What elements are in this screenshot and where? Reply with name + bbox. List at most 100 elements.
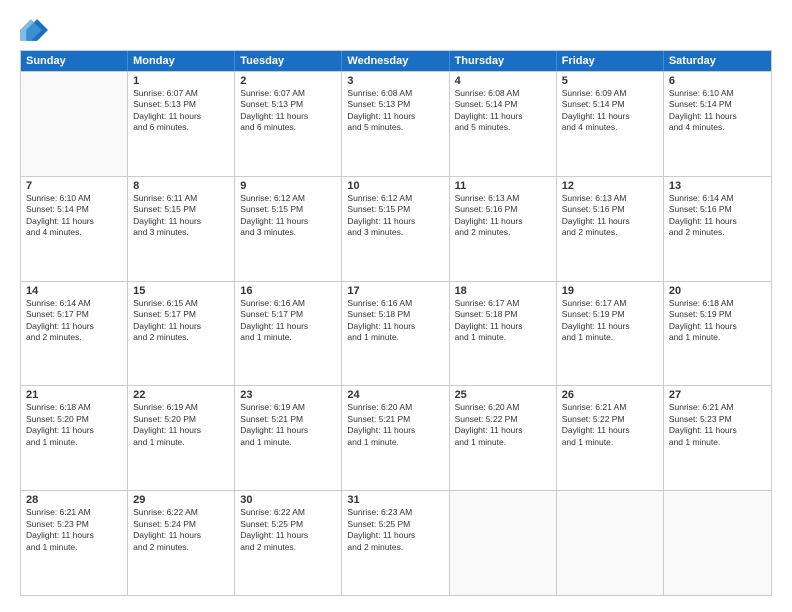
day-info: Sunrise: 6:17 AM Sunset: 5:18 PM Dayligh…	[455, 298, 551, 344]
day-number: 2	[240, 75, 336, 87]
calendar-cell-empty	[450, 491, 557, 595]
day-info: Sunrise: 6:21 AM Sunset: 5:23 PM Dayligh…	[26, 507, 122, 553]
day-number: 8	[133, 180, 229, 192]
day-info: Sunrise: 6:18 AM Sunset: 5:20 PM Dayligh…	[26, 402, 122, 448]
calendar-day-8: 8Sunrise: 6:11 AM Sunset: 5:15 PM Daylig…	[128, 177, 235, 281]
day-info: Sunrise: 6:20 AM Sunset: 5:21 PM Dayligh…	[347, 402, 443, 448]
day-info: Sunrise: 6:21 AM Sunset: 5:23 PM Dayligh…	[669, 402, 766, 448]
calendar-day-27: 27Sunrise: 6:21 AM Sunset: 5:23 PM Dayli…	[664, 386, 771, 490]
calendar-cell-empty	[557, 491, 664, 595]
day-info: Sunrise: 6:13 AM Sunset: 5:16 PM Dayligh…	[562, 193, 658, 239]
calendar-day-25: 25Sunrise: 6:20 AM Sunset: 5:22 PM Dayli…	[450, 386, 557, 490]
day-info: Sunrise: 6:17 AM Sunset: 5:19 PM Dayligh…	[562, 298, 658, 344]
calendar-day-31: 31Sunrise: 6:23 AM Sunset: 5:25 PM Dayli…	[342, 491, 449, 595]
day-number: 29	[133, 494, 229, 506]
calendar-day-23: 23Sunrise: 6:19 AM Sunset: 5:21 PM Dayli…	[235, 386, 342, 490]
day-number: 17	[347, 285, 443, 297]
day-number: 21	[26, 389, 122, 401]
day-info: Sunrise: 6:12 AM Sunset: 5:15 PM Dayligh…	[240, 193, 336, 239]
day-number: 23	[240, 389, 336, 401]
calendar-header: SundayMondayTuesdayWednesdayThursdayFrid…	[21, 51, 771, 71]
page: SundayMondayTuesdayWednesdayThursdayFrid…	[0, 0, 792, 612]
day-number: 13	[669, 180, 766, 192]
header-day-saturday: Saturday	[664, 51, 771, 71]
day-info: Sunrise: 6:20 AM Sunset: 5:22 PM Dayligh…	[455, 402, 551, 448]
calendar-day-13: 13Sunrise: 6:14 AM Sunset: 5:16 PM Dayli…	[664, 177, 771, 281]
header	[20, 16, 772, 44]
calendar-day-29: 29Sunrise: 6:22 AM Sunset: 5:24 PM Dayli…	[128, 491, 235, 595]
header-day-thursday: Thursday	[450, 51, 557, 71]
calendar-day-22: 22Sunrise: 6:19 AM Sunset: 5:20 PM Dayli…	[128, 386, 235, 490]
header-day-friday: Friday	[557, 51, 664, 71]
day-number: 16	[240, 285, 336, 297]
day-number: 5	[562, 75, 658, 87]
calendar-day-10: 10Sunrise: 6:12 AM Sunset: 5:15 PM Dayli…	[342, 177, 449, 281]
calendar-day-12: 12Sunrise: 6:13 AM Sunset: 5:16 PM Dayli…	[557, 177, 664, 281]
day-info: Sunrise: 6:19 AM Sunset: 5:20 PM Dayligh…	[133, 402, 229, 448]
calendar-day-2: 2Sunrise: 6:07 AM Sunset: 5:13 PM Daylig…	[235, 72, 342, 176]
day-number: 6	[669, 75, 766, 87]
day-info: Sunrise: 6:08 AM Sunset: 5:14 PM Dayligh…	[455, 88, 551, 134]
day-number: 19	[562, 285, 658, 297]
calendar-cell-empty	[664, 491, 771, 595]
day-number: 9	[240, 180, 336, 192]
calendar: SundayMondayTuesdayWednesdayThursdayFrid…	[20, 50, 772, 596]
day-number: 7	[26, 180, 122, 192]
calendar-day-1: 1Sunrise: 6:07 AM Sunset: 5:13 PM Daylig…	[128, 72, 235, 176]
day-number: 25	[455, 389, 551, 401]
day-number: 18	[455, 285, 551, 297]
day-info: Sunrise: 6:22 AM Sunset: 5:24 PM Dayligh…	[133, 507, 229, 553]
day-number: 27	[669, 389, 766, 401]
calendar-day-7: 7Sunrise: 6:10 AM Sunset: 5:14 PM Daylig…	[21, 177, 128, 281]
day-info: Sunrise: 6:22 AM Sunset: 5:25 PM Dayligh…	[240, 507, 336, 553]
day-info: Sunrise: 6:11 AM Sunset: 5:15 PM Dayligh…	[133, 193, 229, 239]
day-info: Sunrise: 6:14 AM Sunset: 5:16 PM Dayligh…	[669, 193, 766, 239]
calendar-day-17: 17Sunrise: 6:16 AM Sunset: 5:18 PM Dayli…	[342, 282, 449, 386]
day-number: 12	[562, 180, 658, 192]
header-day-tuesday: Tuesday	[235, 51, 342, 71]
day-number: 24	[347, 389, 443, 401]
day-number: 4	[455, 75, 551, 87]
day-info: Sunrise: 6:18 AM Sunset: 5:19 PM Dayligh…	[669, 298, 766, 344]
day-info: Sunrise: 6:10 AM Sunset: 5:14 PM Dayligh…	[669, 88, 766, 134]
logo-icon	[20, 16, 48, 44]
day-info: Sunrise: 6:08 AM Sunset: 5:13 PM Dayligh…	[347, 88, 443, 134]
day-info: Sunrise: 6:07 AM Sunset: 5:13 PM Dayligh…	[133, 88, 229, 134]
calendar-day-14: 14Sunrise: 6:14 AM Sunset: 5:17 PM Dayli…	[21, 282, 128, 386]
header-day-wednesday: Wednesday	[342, 51, 449, 71]
day-info: Sunrise: 6:09 AM Sunset: 5:14 PM Dayligh…	[562, 88, 658, 134]
calendar-day-30: 30Sunrise: 6:22 AM Sunset: 5:25 PM Dayli…	[235, 491, 342, 595]
day-number: 22	[133, 389, 229, 401]
day-number: 30	[240, 494, 336, 506]
calendar-day-20: 20Sunrise: 6:18 AM Sunset: 5:19 PM Dayli…	[664, 282, 771, 386]
day-number: 28	[26, 494, 122, 506]
calendar-day-24: 24Sunrise: 6:20 AM Sunset: 5:21 PM Dayli…	[342, 386, 449, 490]
calendar-day-15: 15Sunrise: 6:15 AM Sunset: 5:17 PM Dayli…	[128, 282, 235, 386]
day-info: Sunrise: 6:19 AM Sunset: 5:21 PM Dayligh…	[240, 402, 336, 448]
calendar-day-5: 5Sunrise: 6:09 AM Sunset: 5:14 PM Daylig…	[557, 72, 664, 176]
calendar-day-16: 16Sunrise: 6:16 AM Sunset: 5:17 PM Dayli…	[235, 282, 342, 386]
day-info: Sunrise: 6:12 AM Sunset: 5:15 PM Dayligh…	[347, 193, 443, 239]
day-info: Sunrise: 6:14 AM Sunset: 5:17 PM Dayligh…	[26, 298, 122, 344]
day-number: 10	[347, 180, 443, 192]
calendar-day-26: 26Sunrise: 6:21 AM Sunset: 5:22 PM Dayli…	[557, 386, 664, 490]
calendar-day-3: 3Sunrise: 6:08 AM Sunset: 5:13 PM Daylig…	[342, 72, 449, 176]
calendar-week-3: 14Sunrise: 6:14 AM Sunset: 5:17 PM Dayli…	[21, 281, 771, 386]
calendar-cell-empty	[21, 72, 128, 176]
day-info: Sunrise: 6:23 AM Sunset: 5:25 PM Dayligh…	[347, 507, 443, 553]
header-day-sunday: Sunday	[21, 51, 128, 71]
day-info: Sunrise: 6:16 AM Sunset: 5:17 PM Dayligh…	[240, 298, 336, 344]
day-number: 14	[26, 285, 122, 297]
calendar-day-6: 6Sunrise: 6:10 AM Sunset: 5:14 PM Daylig…	[664, 72, 771, 176]
calendar-day-4: 4Sunrise: 6:08 AM Sunset: 5:14 PM Daylig…	[450, 72, 557, 176]
calendar-day-18: 18Sunrise: 6:17 AM Sunset: 5:18 PM Dayli…	[450, 282, 557, 386]
logo	[20, 16, 52, 44]
calendar-day-9: 9Sunrise: 6:12 AM Sunset: 5:15 PM Daylig…	[235, 177, 342, 281]
day-info: Sunrise: 6:15 AM Sunset: 5:17 PM Dayligh…	[133, 298, 229, 344]
day-number: 26	[562, 389, 658, 401]
day-info: Sunrise: 6:13 AM Sunset: 5:16 PM Dayligh…	[455, 193, 551, 239]
day-number: 1	[133, 75, 229, 87]
day-info: Sunrise: 6:21 AM Sunset: 5:22 PM Dayligh…	[562, 402, 658, 448]
day-number: 11	[455, 180, 551, 192]
calendar-day-21: 21Sunrise: 6:18 AM Sunset: 5:20 PM Dayli…	[21, 386, 128, 490]
